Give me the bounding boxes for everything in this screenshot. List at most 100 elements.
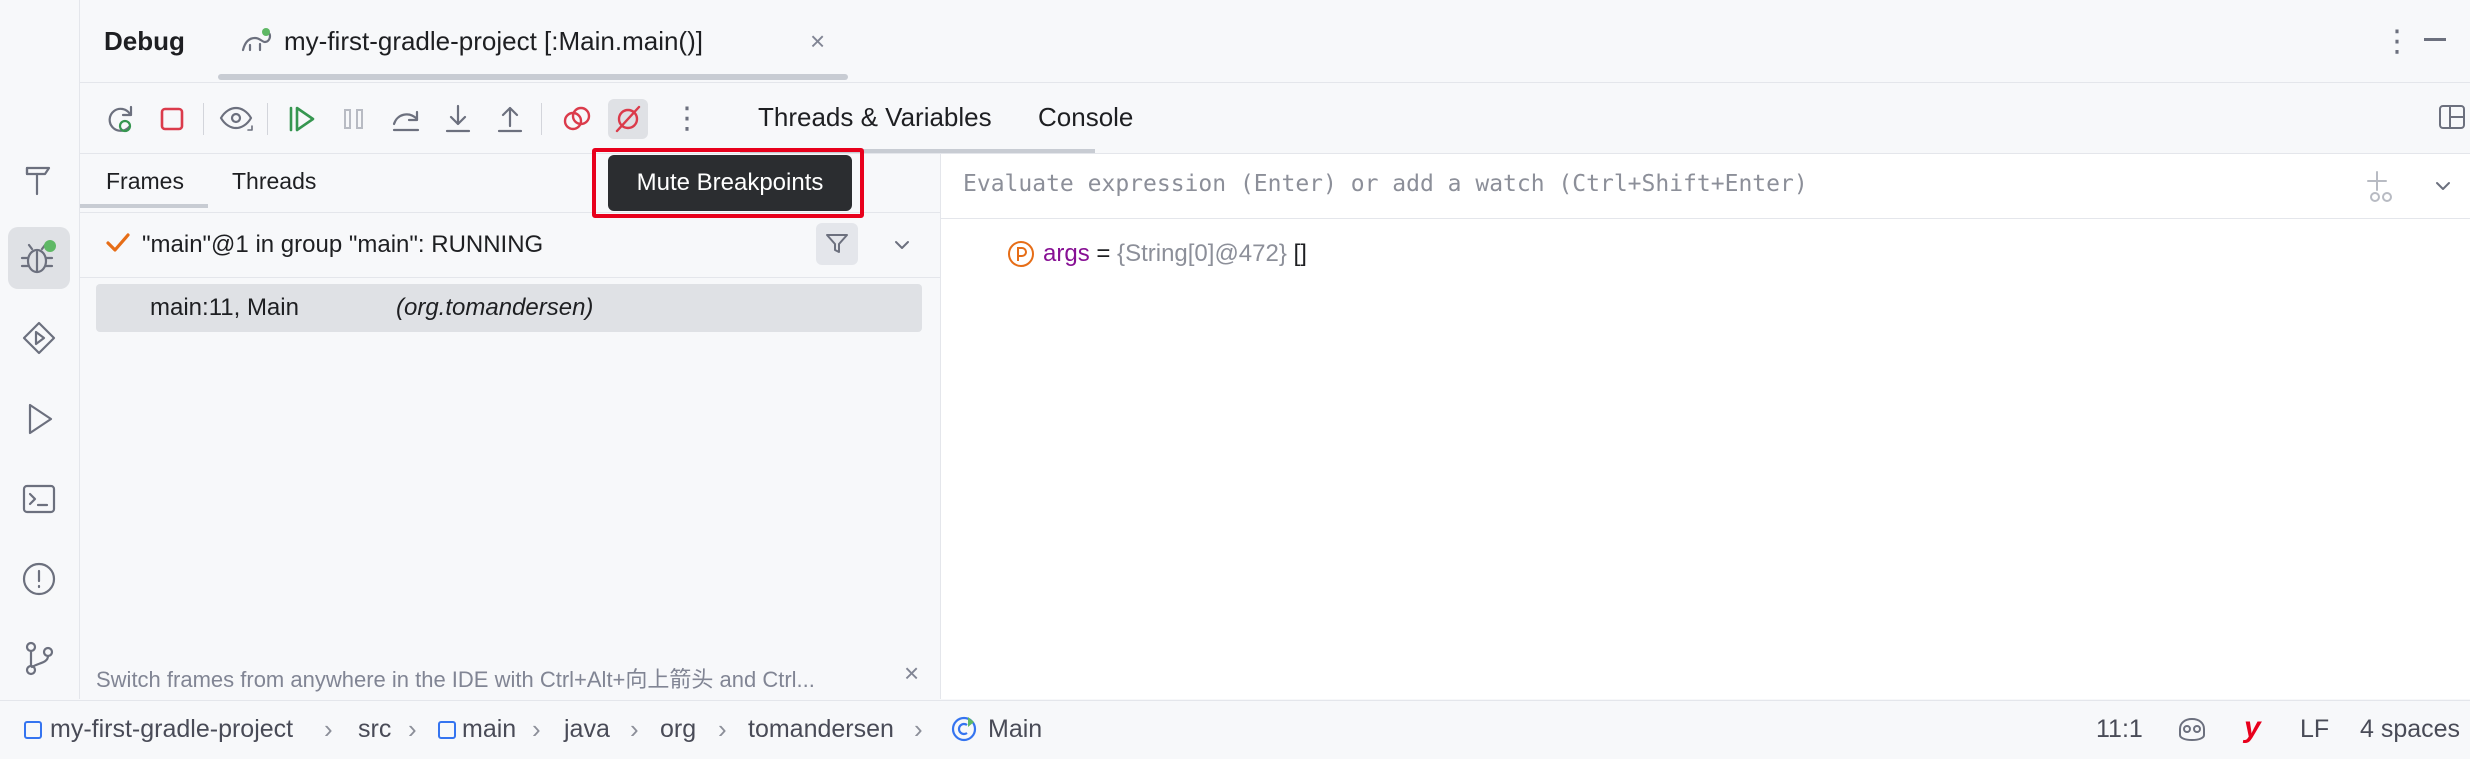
breadcrumb-separator: › <box>324 713 333 744</box>
tab-threads-variables[interactable]: Threads & Variables <box>758 83 992 151</box>
breadcrumb-class[interactable]: Main <box>988 701 1042 757</box>
stop-icon <box>157 104 187 134</box>
variables-panel: Evaluate expression (Enter) or add a wat… <box>941 154 2470 699</box>
run-tool-button[interactable] <box>8 388 70 450</box>
chevron-down-icon[interactable] <box>892 235 912 255</box>
pause-icon <box>339 104 369 134</box>
resume-button[interactable] <box>281 99 321 139</box>
terminal-icon <box>19 479 59 519</box>
tool-window-title: Debug <box>104 26 185 56</box>
git-tool-button[interactable] <box>8 627 70 689</box>
frames-tab-underline <box>80 204 208 208</box>
close-icon[interactable]: × <box>810 28 825 54</box>
session-tab-label: my-first-gradle-project [:Main.main()] <box>284 25 703 56</box>
tab-console[interactable]: Console <box>1038 83 1133 151</box>
warning-circle-icon <box>19 559 59 599</box>
session-tab-underline <box>218 74 848 80</box>
breakpoints-icon <box>560 102 594 136</box>
breadcrumb-main[interactable]: main <box>462 701 516 757</box>
source-root-icon <box>438 721 456 739</box>
variable-name: args <box>1043 240 1090 267</box>
tool-window-stripe <box>0 0 80 699</box>
git-branch-icon <box>19 638 59 678</box>
variable-equals: = <box>1089 240 1118 267</box>
line-ending[interactable]: LF <box>2300 701 2329 757</box>
layout-icon[interactable] <box>2436 101 2468 133</box>
problems-tool-button[interactable] <box>8 548 70 610</box>
tab-threads[interactable]: Threads <box>232 154 316 208</box>
toolbar-separator <box>541 103 542 135</box>
indent-setting[interactable]: 4 spaces <box>2360 701 2460 757</box>
evaluate-expression-field[interactable]: Evaluate expression (Enter) or add a wat… <box>941 154 2470 219</box>
check-icon <box>104 229 132 257</box>
services-tool-button[interactable] <box>8 307 70 369</box>
thread-selector[interactable]: "main"@1 in group "main": RUNNING <box>80 212 940 278</box>
mute-breakpoints-button[interactable] <box>608 99 648 139</box>
session-tab[interactable]: my-first-gradle-project [:Main.main()] × <box>240 0 825 82</box>
frame-package: (org.tomandersen) <box>396 294 594 321</box>
play-icon <box>19 399 59 439</box>
parameter-icon <box>1007 240 1035 268</box>
rerun-button[interactable] <box>100 99 140 139</box>
breadcrumb-java[interactable]: java <box>564 701 610 757</box>
step-into-button[interactable] <box>438 99 478 139</box>
mute-breakpoints-tooltip: Mute Breakpoints <box>608 155 852 211</box>
tab-frames[interactable]: Frames <box>106 154 184 208</box>
copilot-icon[interactable] <box>2176 715 2208 743</box>
debug-header: Debug my-first-gradle-project [:Main.mai… <box>80 0 2470 83</box>
variable-value: [] <box>1286 240 1307 267</box>
breadcrumb-separator: › <box>408 713 417 744</box>
pause-button[interactable] <box>334 99 374 139</box>
more-options-icon[interactable]: ⋮ <box>2382 24 2412 59</box>
variable-row[interactable]: args = {String[0]@472} [] <box>1007 236 1307 272</box>
step-into-icon <box>441 102 475 136</box>
thread-label: "main"@1 in group "main": RUNNING <box>142 231 544 258</box>
class-icon <box>950 715 978 743</box>
stop-button[interactable] <box>152 99 192 139</box>
breadcrumb-separator: › <box>914 713 923 744</box>
mute-breakpoints-icon <box>611 102 645 136</box>
stack-frame-row[interactable]: main:11, Main (org.tomandersen) <box>96 284 922 332</box>
breadcrumb-tomandersen[interactable]: tomandersen <box>748 701 894 757</box>
filter-icon <box>824 231 850 257</box>
frame-location: main:11, Main <box>150 294 299 321</box>
view-breakpoints-button[interactable] <box>216 99 256 139</box>
breadcrumb-separator: › <box>630 713 639 744</box>
minimize-icon[interactable] <box>2424 38 2446 41</box>
breadcrumb-src[interactable]: src <box>358 701 391 757</box>
view-all-breakpoints-button[interactable] <box>557 99 597 139</box>
evaluate-placeholder: Evaluate expression (Enter) or add a wat… <box>963 171 1808 197</box>
step-over-icon <box>389 102 423 136</box>
step-out-button[interactable] <box>490 99 530 139</box>
close-hint-icon[interactable]: × <box>904 658 919 689</box>
status-bar: my-first-gradle-project › src › main › j… <box>0 700 2470 759</box>
build-tool-button[interactable] <box>8 148 70 210</box>
breadcrumb-separator: › <box>532 713 541 744</box>
hammer-icon <box>19 159 59 199</box>
resume-icon <box>284 102 318 136</box>
gradle-icon <box>240 26 274 56</box>
services-icon <box>19 318 59 358</box>
breadcrumb-org[interactable]: org <box>660 701 696 757</box>
filter-button[interactable] <box>816 223 858 265</box>
breadcrumb-separator: › <box>718 713 727 744</box>
breadcrumb-project[interactable]: my-first-gradle-project <box>50 701 293 757</box>
module-icon <box>24 721 42 739</box>
variable-type: {String[0]@472} <box>1117 240 1287 267</box>
frames-panel: Frames Threads "main"@1 in group "main":… <box>80 154 941 699</box>
bug-icon <box>17 236 61 280</box>
terminal-tool-button[interactable] <box>8 468 70 530</box>
yandex-icon[interactable]: y <box>2244 711 2261 745</box>
caret-position[interactable]: 11:1 <box>2096 701 2143 757</box>
debug-toolbar: ⋮ Threads & Variables Console <box>80 83 2470 154</box>
debug-tool-button[interactable] <box>8 227 70 289</box>
toolbar-separator <box>203 103 204 135</box>
step-out-icon <box>493 102 527 136</box>
expand-chevron-icon[interactable] <box>2433 176 2453 196</box>
eye-icon <box>218 102 254 136</box>
frames-hint: Switch frames from anywhere in the IDE w… <box>96 667 815 692</box>
step-over-button[interactable] <box>386 99 426 139</box>
rerun-icon <box>103 102 137 136</box>
add-watch-icon[interactable] <box>2363 170 2397 204</box>
more-actions-icon[interactable]: ⋮ <box>672 101 702 136</box>
